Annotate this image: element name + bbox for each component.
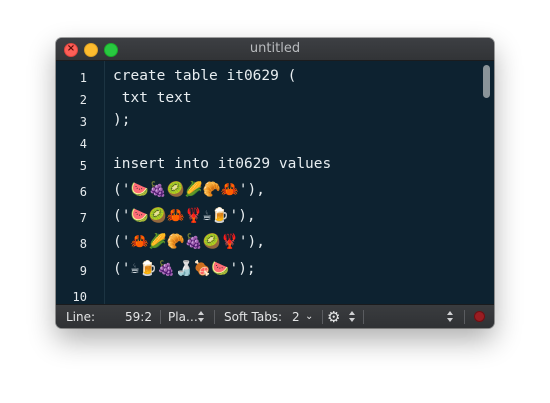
line-number: 10 (72, 290, 87, 304)
scrollbar-thumb[interactable] (483, 65, 490, 98)
code-line: txt text (113, 90, 192, 106)
line-number: 1 (79, 71, 87, 85)
line-number: 7 (79, 211, 87, 225)
code-line: ); (113, 112, 131, 128)
divider (160, 310, 161, 324)
divider (464, 310, 465, 324)
soft-tabs-label: Soft Tabs: (224, 310, 283, 324)
record-macro-icon[interactable] (474, 311, 485, 322)
cursor-position[interactable]: 59:2 (125, 305, 152, 328)
line-number: 5 (79, 159, 87, 173)
line-number: 3 (79, 115, 87, 129)
code-line: create table it0629 ( (113, 68, 297, 84)
status-bar: Line: 59:2 Pla… Soft Tabs: 2 ⌄ ⚙ (56, 304, 494, 328)
chevron-updown-icon[interactable] (447, 310, 454, 324)
chevron-down-icon[interactable]: ⌄ (305, 305, 313, 328)
line-number: 8 (79, 237, 87, 251)
divider (363, 310, 364, 324)
chevron-updown-icon (198, 310, 205, 324)
line-number: 6 (79, 185, 87, 199)
code-line: ('☕🍺🍇🍶🍖🍉'); (113, 261, 256, 277)
line-number-gutter: 1 2 3 4 5 6 7 8 9 10 (56, 61, 105, 304)
editor-window: × untitled 1 2 3 4 5 6 7 8 9 10 create t… (56, 38, 494, 328)
code-line: ('🍉🥝🦀🦞☕🍺'), (113, 208, 256, 224)
chevron-updown-icon (349, 310, 356, 324)
line-number: 4 (79, 137, 87, 151)
vertical-scrollbar[interactable] (479, 61, 494, 304)
window-title: untitled (249, 41, 301, 56)
divider (322, 310, 323, 324)
gear-icon[interactable]: ⚙ (327, 305, 340, 328)
line-number: 2 (79, 93, 87, 107)
code-line: ('🍉🍇🥝🌽🥐🦀'), (113, 182, 265, 198)
code-line: ('🦀🌽🥐🍇🥝🦞'), (113, 234, 265, 250)
code-line: insert into it0629 values (113, 156, 332, 172)
syntax-selector[interactable]: Pla… (168, 305, 198, 328)
divider (214, 310, 215, 324)
title-bar: × untitled (56, 38, 494, 61)
line-label: Line: (66, 310, 96, 324)
line-number: 9 (79, 264, 87, 278)
text-editor[interactable]: 1 2 3 4 5 6 7 8 9 10 create table it0629… (56, 61, 494, 304)
tab-size-selector[interactable]: 2 (292, 305, 300, 328)
